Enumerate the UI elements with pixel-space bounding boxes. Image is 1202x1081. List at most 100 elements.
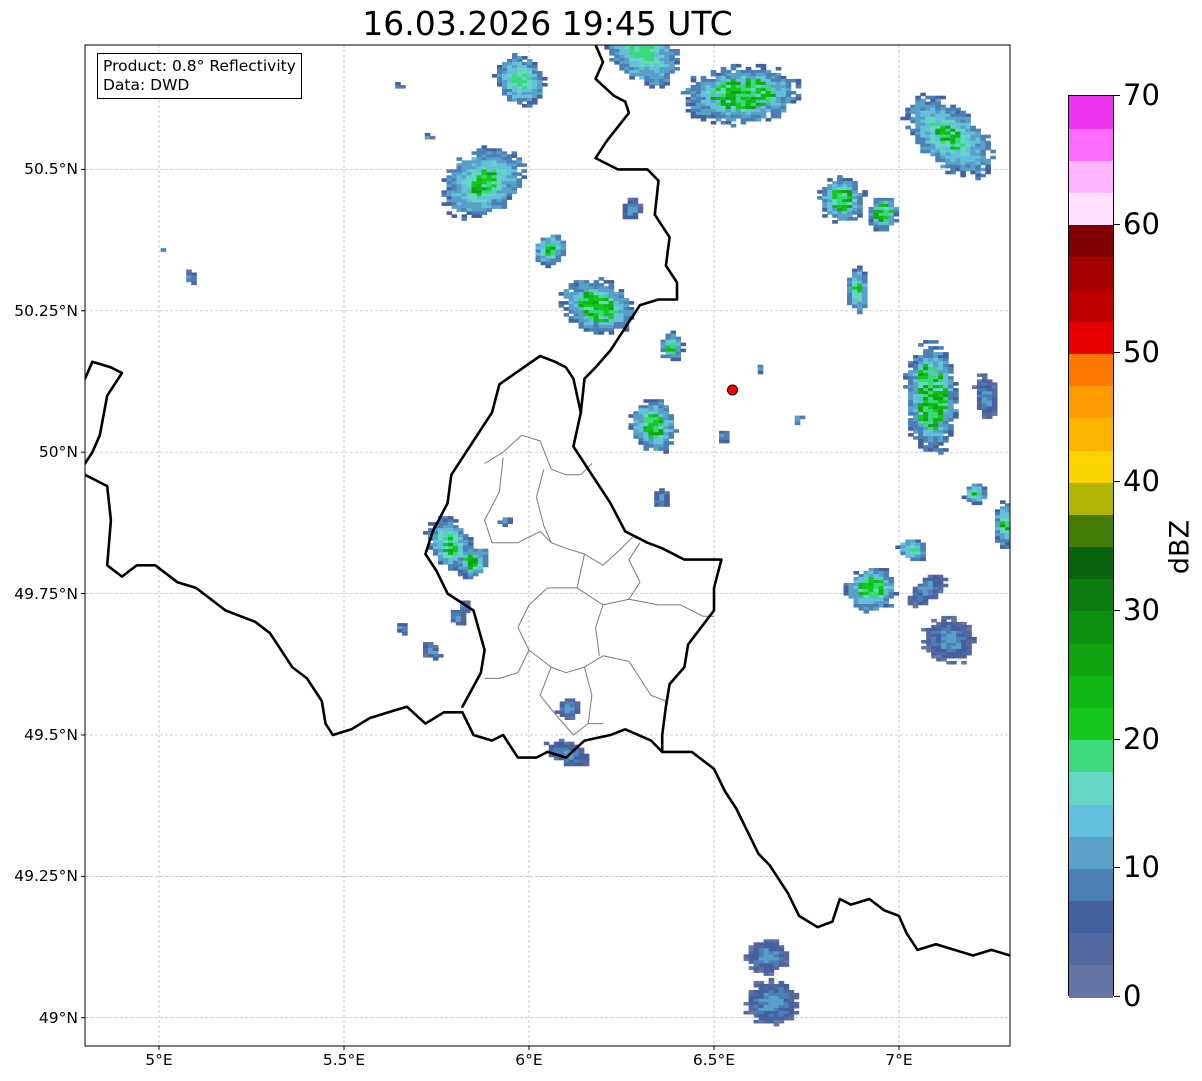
- colorbar-segment: [1069, 964, 1113, 998]
- info-box: Product: 0.8° Reflectivity Data: DWD: [97, 53, 302, 99]
- x-tick-label: 7°E: [885, 1051, 913, 1069]
- country-border: [85, 360, 124, 465]
- echo-cell: [558, 277, 635, 335]
- echo-cell: [743, 977, 800, 1027]
- echo-cell: [743, 939, 790, 976]
- colorbar-segment: [1069, 96, 1113, 129]
- radar-site-marker[interactable]: [727, 384, 738, 396]
- echo-cell: [497, 517, 513, 527]
- echo-cell: [535, 234, 567, 269]
- product-label: Product: 0.8° Reflectivity: [103, 57, 296, 75]
- colorbar-segment: [1069, 289, 1113, 322]
- colorbar-tick-mark: [1114, 996, 1120, 997]
- internal-boundary: [484, 649, 530, 679]
- country-borders: [85, 45, 1010, 957]
- y-tick-label: 50.5°N: [24, 160, 78, 179]
- echo-cell: [817, 175, 868, 224]
- echo-cell: [654, 488, 670, 507]
- colorbar-segment: [1069, 707, 1113, 741]
- colorbar-unit-label: dBZ: [1164, 519, 1196, 575]
- echo-cell: [492, 53, 548, 108]
- radar-site-layer: [727, 384, 738, 396]
- y-tick-label: 49.75°N: [14, 584, 78, 603]
- colorbar-segment: [1069, 643, 1113, 676]
- colorbar-segment: [1069, 739, 1113, 773]
- echo-cell: [995, 500, 1010, 549]
- internal-boundary: [484, 457, 552, 544]
- colorbar-tick-label: 10: [1123, 850, 1160, 885]
- x-tick-label: 5°E: [145, 1051, 173, 1069]
- gridlines: [85, 45, 1010, 1046]
- echo-cell: [554, 698, 581, 720]
- echo-cell: [423, 642, 444, 661]
- colorbar-tick-label: 70: [1123, 78, 1160, 112]
- colorbar-tick-label: 30: [1123, 592, 1160, 627]
- internal-boundaries: [484, 434, 714, 736]
- echo-cell: [397, 623, 408, 636]
- echo-cell: [900, 92, 996, 181]
- echo-cell: [895, 539, 926, 562]
- y-tick-label: 49.25°N: [14, 867, 78, 886]
- radar-map[interactable]: [0, 0, 1202, 1081]
- colorbar-tick-label: 60: [1123, 206, 1160, 241]
- colorbar-tick-label: 40: [1123, 464, 1160, 499]
- y-tick-label: 49°N: [38, 1008, 78, 1027]
- colorbar-segment: [1069, 417, 1113, 451]
- echo-cell: [903, 340, 959, 455]
- echo-cell: [622, 197, 644, 220]
- echo-cell: [847, 265, 868, 315]
- radar-echoes: [160, 45, 1010, 1027]
- internal-boundary: [584, 666, 593, 724]
- x-tick-label: 5.5°E: [322, 1051, 366, 1069]
- colorbar-segment: [1069, 321, 1113, 355]
- colorbar-segment: [1069, 128, 1113, 161]
- x-tick-label: 6°E: [515, 1051, 543, 1069]
- data-source-label: Data: DWD: [103, 76, 190, 94]
- colorbar-tick-mark: [1114, 95, 1120, 96]
- colorbar-segment: [1069, 514, 1113, 548]
- country-border: [85, 473, 1010, 957]
- country-border: [572, 45, 723, 754]
- colorbar-segment: [1069, 900, 1113, 934]
- colorbar-tick-label: 20: [1123, 721, 1160, 756]
- colorbar-tick-mark: [1114, 352, 1120, 354]
- colorbar-segment: [1069, 546, 1113, 580]
- colorbar-segment: [1069, 610, 1113, 644]
- colorbar-segment: [1069, 256, 1113, 290]
- colorbar-tick-mark: [1114, 481, 1120, 483]
- x-tick-label: 6.5°E: [692, 1051, 736, 1069]
- echo-cell: [441, 145, 528, 221]
- echo-cell: [628, 399, 679, 454]
- colorbar-tick-mark: [1114, 223, 1120, 225]
- colorbar-segment: [1069, 836, 1113, 869]
- colorbar-segment: [1069, 868, 1113, 902]
- echo-cell: [868, 197, 900, 232]
- colorbar-tick-label: 0: [1123, 979, 1142, 1013]
- colorbar-segment: [1069, 192, 1113, 226]
- colorbar-segment: [1069, 224, 1113, 258]
- internal-boundary: [628, 598, 714, 617]
- colorbar-tick-mark: [1114, 738, 1120, 740]
- echo-cell: [660, 330, 687, 362]
- colorbar-tick-label: 50: [1123, 335, 1160, 370]
- echo-cell: [757, 364, 764, 375]
- echo-cell: [961, 483, 988, 506]
- echo-cell: [604, 45, 680, 89]
- y-tick-label: 50.25°N: [14, 301, 78, 320]
- colorbar-segment: [1069, 578, 1113, 612]
- internal-boundary: [595, 604, 604, 656]
- echo-cell: [794, 415, 806, 426]
- y-tick-label: 50°N: [38, 443, 78, 462]
- internal-boundary: [576, 542, 641, 606]
- echo-cell: [971, 373, 998, 419]
- internal-boundary: [517, 587, 667, 702]
- echo-cell: [186, 269, 197, 286]
- colorbar-tick-mark: [1114, 609, 1120, 611]
- colorbar: [1068, 95, 1114, 998]
- echo-cell: [680, 63, 802, 128]
- echo-cell: [395, 82, 406, 89]
- colorbar-segment: [1069, 771, 1113, 805]
- echo-cell: [160, 248, 167, 252]
- plot-frame: [84, 44, 1011, 1047]
- y-tick-label: 49.5°N: [24, 725, 78, 744]
